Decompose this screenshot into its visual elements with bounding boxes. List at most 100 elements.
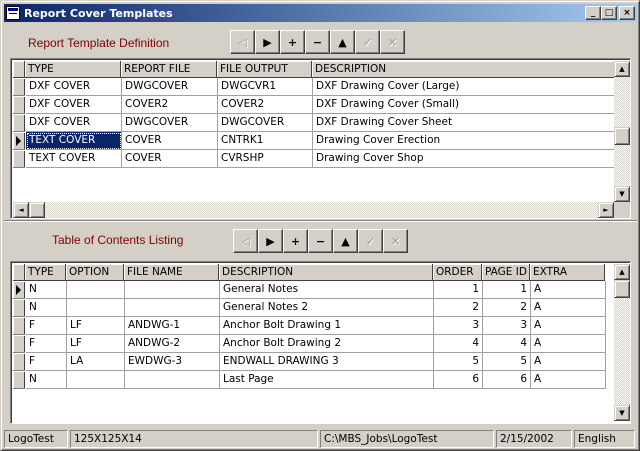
nav-next-button[interactable]: ▶	[255, 30, 280, 54]
table-row[interactable]: F LF ANDWG-2 Anchor Bolt Drawing 244A	[26, 335, 606, 353]
contents-vscroll[interactable]: ▲ ▼	[614, 264, 630, 421]
cell-description[interactable]: Anchor Bolt Drawing 1	[220, 317, 434, 335]
cell-description[interactable]: DXF Drawing Cover (Small)	[313, 96, 619, 114]
cell-page-id[interactable]: 5	[483, 353, 531, 371]
nav-edit-button[interactable]: ▲	[330, 30, 355, 54]
cell-type[interactable]: F	[26, 353, 67, 371]
row-indicator[interactable]	[13, 299, 25, 317]
col-file-name[interactable]: FILE NAME	[124, 264, 219, 281]
table-row[interactable]: N Last Page 6 6 A	[26, 371, 606, 389]
cell-description[interactable]: Anchor Bolt Drawing 2	[220, 335, 434, 353]
col-report-file[interactable]: REPORT FILE	[121, 61, 217, 78]
scroll-up-button[interactable]: ▲	[614, 61, 630, 77]
table-row[interactable]: TEXT COVER COVER CNTRK1 Drawing Cover Erect…	[26, 132, 619, 150]
cell-option[interactable]	[67, 281, 125, 299]
cell-file-name[interactable]: ANDWG-2	[125, 335, 220, 353]
cell-file-name[interactable]	[125, 281, 220, 299]
scroll-thumb[interactable]	[614, 127, 630, 145]
cell-order[interactable]: 1	[434, 281, 483, 299]
nav-delete-button[interactable]: −	[308, 229, 333, 253]
col-description[interactable]: DESCRIPTION	[312, 61, 618, 78]
cell-extra[interactable]: A	[531, 371, 606, 389]
col-option[interactable]: OPTION	[66, 264, 124, 281]
cell-description[interactable]: Drawing Cover Shop	[313, 150, 619, 168]
minimize-button[interactable]: _	[585, 6, 601, 20]
cell-report-file[interactable]: COVER	[122, 132, 218, 150]
cell-type[interactable]: TEXT COVER	[26, 150, 122, 168]
cell-file-output[interactable]: CVRSHP	[218, 150, 313, 168]
cell-page-id[interactable]: 2	[483, 299, 531, 317]
cell-extra[interactable]: A	[531, 299, 606, 317]
cell-option[interactable]: LA	[67, 353, 125, 371]
cell-description[interactable]: Last Page	[220, 371, 434, 389]
col-description[interactable]: DESCRIPTION	[219, 264, 433, 281]
cell-type[interactable]: N	[26, 371, 67, 389]
table-row[interactable]: DXF COVER COVER2 COVER2 DXF Drawing Cover (…	[26, 96, 619, 114]
cell-order[interactable]: 4	[434, 335, 483, 353]
row-indicator[interactable]	[13, 150, 25, 168]
table-row[interactable]: F LA EWDWG-3 ENDWALL DRAWING 355A	[26, 353, 606, 371]
cell-report-file[interactable]: DWGCOVER	[122, 114, 218, 132]
cell-extra[interactable]: A	[531, 335, 606, 353]
nav-delete-button[interactable]: −	[305, 30, 330, 54]
col-type[interactable]: TYPE	[25, 61, 121, 78]
cell-extra[interactable]: A	[531, 353, 606, 371]
table-row[interactable]: TEXT COVER COVER CVRSHP Drawing Cover Shop	[26, 150, 619, 168]
template-hscroll[interactable]: ◄ ►	[13, 202, 614, 218]
template-grid[interactable]: TYPE REPORT FILE FILE OUTPUT DESCRIPTION…	[10, 58, 631, 219]
cell-file-output[interactable]: CNTRK1	[218, 132, 313, 150]
cell-type[interactable]: TEXT COVER	[26, 132, 122, 150]
cell-page-id[interactable]: 1	[483, 281, 531, 299]
cell-type[interactable]: F	[26, 317, 67, 335]
nav-first-button[interactable]: ◁	[230, 30, 255, 54]
nav-post-button[interactable]: ✓	[355, 30, 380, 54]
nav-edit-button[interactable]: ▲	[333, 229, 358, 253]
cell-description[interactable]: DXF Drawing Cover (Large)	[313, 78, 619, 96]
nav-cancel-button[interactable]: ✕	[383, 229, 408, 253]
cell-report-file[interactable]: COVER2	[122, 96, 218, 114]
scroll-down-button[interactable]: ▼	[614, 186, 630, 202]
cell-type[interactable]: N	[26, 281, 67, 299]
cell-page-id[interactable]: 3	[483, 317, 531, 335]
app-icon[interactable]	[6, 6, 20, 20]
table-row[interactable]: N General Notes 1 1 A	[26, 281, 606, 299]
cell-order[interactable]: 5	[434, 353, 483, 371]
col-page-id[interactable]: PAGE ID	[482, 264, 530, 281]
table-row[interactable]: DXF COVER DWGCOVER DWGCOVER DXF Drawing Cov…	[26, 114, 619, 132]
contents-grid[interactable]: TYPE OPTION FILE NAME DESCRIPTION ORDER …	[10, 261, 631, 424]
cell-type[interactable]: DXF COVER	[26, 78, 122, 96]
cell-description[interactable]: General Notes	[220, 281, 434, 299]
cell-file-output[interactable]: COVER2	[218, 96, 313, 114]
table-row[interactable]: N General Notes 222A	[26, 299, 606, 317]
current-row-indicator[interactable]	[13, 132, 25, 150]
scroll-down-button[interactable]: ▼	[614, 405, 630, 421]
cell-file-name[interactable]	[125, 299, 220, 317]
row-indicator[interactable]	[13, 317, 25, 335]
maximize-button[interactable]: □	[601, 6, 617, 20]
cell-type[interactable]: F	[26, 335, 67, 353]
cell-type[interactable]: N	[26, 299, 67, 317]
nav-cancel-button[interactable]: ✕	[380, 30, 405, 54]
cell-description[interactable]: General Notes 2	[220, 299, 434, 317]
table-row[interactable]: DXF COVER DWGCOVER DWGCVR1 DXF Drawing Cove…	[26, 78, 619, 96]
cell-description[interactable]: DXF Drawing Cover Sheet	[313, 114, 619, 132]
cell-type[interactable]: DXF COVER	[26, 96, 122, 114]
cell-file-name[interactable]: ANDWG-1	[125, 317, 220, 335]
cell-file-name[interactable]	[125, 371, 220, 389]
scroll-right-button[interactable]: ►	[598, 202, 614, 218]
col-order[interactable]: ORDER	[433, 264, 482, 281]
scroll-left-button[interactable]: ◄	[13, 202, 29, 218]
cell-report-file[interactable]: COVER	[122, 150, 218, 168]
cell-option[interactable]	[67, 371, 125, 389]
table-row[interactable]: F LF ANDWG-1 Anchor Bolt Drawing 133A	[26, 317, 606, 335]
row-indicator[interactable]	[13, 96, 25, 114]
scroll-thumb[interactable]	[614, 280, 630, 298]
row-indicator[interactable]	[13, 335, 25, 353]
row-indicator[interactable]	[13, 78, 25, 96]
scroll-up-button[interactable]: ▲	[614, 264, 630, 280]
cell-file-output[interactable]: DWGCOVER	[218, 114, 313, 132]
nav-insert-button[interactable]: +	[280, 30, 305, 54]
cell-option[interactable]	[67, 299, 125, 317]
row-indicator[interactable]	[13, 371, 25, 389]
cell-order[interactable]: 3	[434, 317, 483, 335]
